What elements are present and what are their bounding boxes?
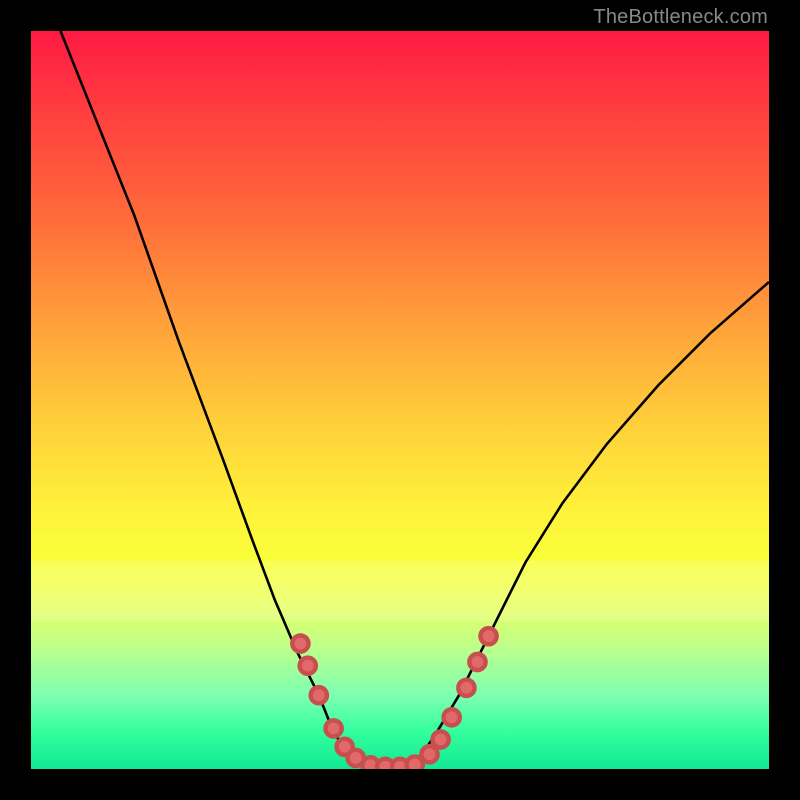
marker-dot [292,635,308,651]
marker-dot [311,687,327,703]
chart-frame: TheBottleneck.com [0,0,800,800]
marker-dot [432,731,448,747]
marker-dot [325,720,341,736]
marker-dot [458,680,474,696]
marker-dot [480,628,496,644]
bottleneck-curve [61,31,769,769]
watermark-text: TheBottleneck.com [593,6,768,29]
marker-dot [300,658,316,674]
marker-dot [444,709,460,725]
marker-group [292,628,496,769]
marker-dot [421,746,437,762]
chart-svg [31,31,769,769]
marker-dot [469,654,485,670]
plot-area [31,31,769,769]
